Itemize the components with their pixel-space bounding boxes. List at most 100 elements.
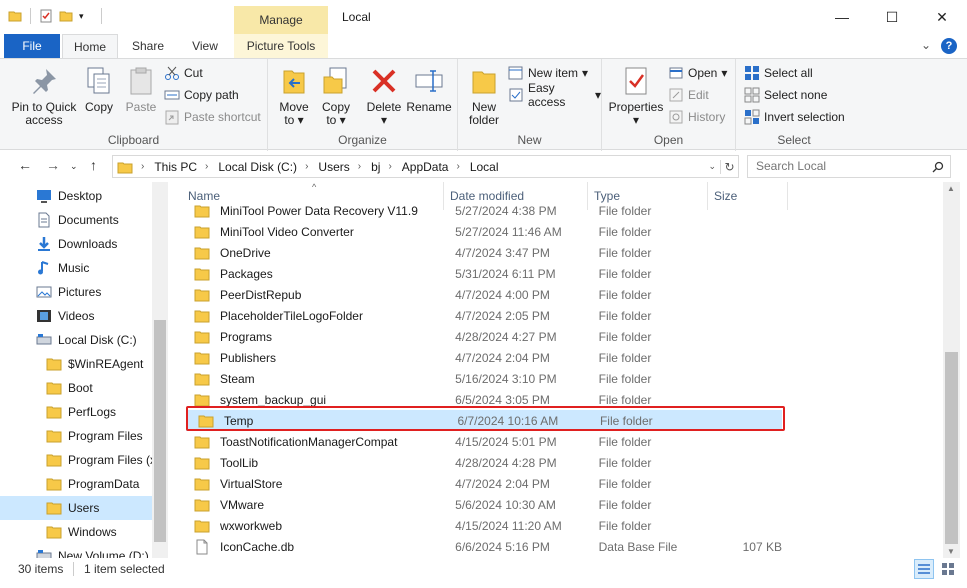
search-input[interactable]: Search Local — [747, 155, 951, 178]
forward-arrow-icon[interactable]: → — [46, 157, 60, 173]
sidebar-item-program-files-x8[interactable]: Program Files (x8 — [0, 448, 152, 472]
sidebar-item-downloads[interactable]: Downloads — [0, 232, 152, 256]
file-name: Temp — [224, 413, 254, 428]
address-bar[interactable]: › This PC › Local Disk (C:) › Users › bj… — [112, 155, 739, 178]
breadcrumb-local-disk[interactable]: Local Disk (C:) — [218, 160, 297, 174]
table-row[interactable]: Steam 5/16/2024 3:10 PM File folder — [182, 368, 782, 389]
recent-locations-chevron-icon[interactable]: ⌄ — [70, 161, 78, 172]
sidebar-item-users[interactable]: Users — [0, 496, 152, 520]
file-list-scrollbar[interactable]: ▲ ▼ — [943, 182, 960, 558]
table-row[interactable]: PlaceholderTileLogoFolder 4/7/2024 2:05 P… — [182, 305, 782, 326]
nav-scrollbar-thumb[interactable] — [154, 320, 166, 542]
copy-path-button[interactable]: Copy path — [164, 85, 239, 105]
tab-file[interactable]: File — [4, 34, 60, 58]
sidebar-item-programdata[interactable]: ProgramData — [0, 472, 152, 496]
chevron-right-icon[interactable]: › — [205, 161, 208, 172]
breadcrumb-users[interactable]: Users — [318, 160, 349, 174]
nav-scrollbar[interactable] — [152, 182, 168, 558]
cut-button[interactable]: Cut — [164, 63, 203, 83]
edit-button[interactable]: Edit — [668, 85, 709, 105]
maximize-button[interactable]: ☐ — [867, 0, 917, 34]
table-row[interactable]: VMware 5/6/2024 10:30 AM File folder — [182, 494, 782, 515]
chevron-right-icon[interactable]: › — [456, 161, 459, 172]
copy-to-button[interactable]: Copy to ▾ — [318, 65, 354, 127]
file-type: File folder — [598, 392, 652, 407]
table-row[interactable]: wxworkweb 4/15/2024 11:20 AM File folder — [182, 515, 782, 536]
sidebar-item-music[interactable]: Music — [0, 256, 152, 280]
details-view-button[interactable] — [914, 559, 934, 579]
table-row[interactable]: ToastNotificationManagerCompat 4/15/2024 … — [182, 431, 782, 452]
chevron-right-icon[interactable]: › — [388, 161, 391, 172]
table-row[interactable]: IconCache.db 6/6/2024 5:16 PM Data Base Fi… — [182, 536, 782, 557]
properties-button[interactable]: Properties ▾ — [608, 65, 664, 127]
chevron-right-icon[interactable]: › — [141, 161, 144, 172]
tab-share[interactable]: Share — [120, 34, 176, 58]
sidebar-item-documents[interactable]: Documents — [0, 208, 152, 232]
help-icon[interactable]: ? — [941, 38, 957, 54]
sidebar-item-new-volume-d[interactable]: New Volume (D:) — [0, 544, 152, 558]
sidebar-item-videos[interactable]: Videos — [0, 304, 152, 328]
minimize-button[interactable]: — — [817, 0, 867, 34]
table-row[interactable]: Packages 5/31/2024 6:11 PM File folder — [182, 263, 782, 284]
breadcrumb-this-pc[interactable]: This PC — [154, 160, 197, 174]
close-button[interactable]: ✕ — [917, 0, 967, 34]
sidebar-item-pictures[interactable]: Pictures — [0, 280, 152, 304]
sidebar-item-windows[interactable]: Windows — [0, 520, 152, 544]
copy-button[interactable]: Copy — [80, 65, 118, 114]
chevron-down-icon[interactable]: ▾ — [79, 9, 93, 23]
pin-to-quick-access-button[interactable]: Pin to Quick access — [8, 65, 80, 127]
up-arrow-icon[interactable]: ↑ — [90, 157, 97, 173]
tab-picture-tools[interactable]: Picture Tools — [234, 34, 328, 58]
table-row[interactable]: MiniTool Video Converter 5/27/2024 11:46 … — [182, 221, 782, 242]
table-row[interactable]: system_backup_gui 6/5/2024 3:05 PM File fo… — [182, 389, 782, 410]
large-icons-view-button[interactable] — [938, 559, 958, 579]
sidebar-item-local-disk-c[interactable]: Local Disk (C:) — [0, 328, 152, 352]
breadcrumb-local[interactable]: Local — [470, 160, 499, 174]
tab-manage[interactable]: Manage — [234, 6, 328, 34]
folder-icon — [194, 266, 210, 282]
sidebar-item-program-files[interactable]: Program Files — [0, 424, 152, 448]
paste-shortcut-button[interactable]: Paste shortcut — [164, 107, 261, 127]
table-row[interactable]: VirtualStore 4/7/2024 2:04 PM File folder — [182, 473, 782, 494]
open-button[interactable]: Open ▾ — [668, 63, 727, 83]
chevron-down-icon[interactable]: ⌄ — [921, 38, 931, 52]
properties-icon[interactable] — [39, 9, 53, 23]
move-to-button[interactable]: Move to ▾ — [276, 65, 312, 127]
tab-home[interactable]: Home — [62, 34, 118, 59]
sidebar-item-desktop[interactable]: Desktop — [0, 184, 152, 208]
new-folder-icon[interactable] — [59, 9, 73, 23]
table-row[interactable]: Temp 6/7/2024 10:16 AM File folder — [186, 410, 782, 431]
scroll-up-icon[interactable]: ▲ — [947, 184, 955, 193]
chevron-down-icon[interactable]: ⌄ — [708, 161, 716, 172]
paste-button[interactable]: Paste — [122, 65, 160, 114]
table-row[interactable]: PeerDistRepub 4/7/2024 4:00 PM File folder — [182, 284, 782, 305]
delete-button[interactable]: Delete ▾ — [364, 65, 404, 127]
sidebar-item-winreagent[interactable]: $WinREAgent — [0, 352, 152, 376]
tab-view[interactable]: View — [178, 34, 232, 58]
select-none-button[interactable]: Select none — [744, 85, 827, 105]
back-arrow-icon[interactable]: ← — [18, 157, 32, 173]
chevron-right-icon[interactable]: › — [358, 161, 361, 172]
refresh-icon[interactable]: ↻ — [720, 159, 738, 174]
table-row[interactable]: Publishers 4/7/2024 2:04 PM File folder — [182, 347, 782, 368]
breadcrumb-bj[interactable]: bj — [371, 160, 380, 174]
folder-icon[interactable] — [8, 9, 22, 23]
new-folder-icon — [472, 71, 496, 94]
file-list-scrollbar-thumb[interactable] — [945, 352, 958, 544]
sidebar-item-perflogs[interactable]: PerfLogs — [0, 400, 152, 424]
table-row[interactable]: ToolLib 4/28/2024 4:28 PM File folder — [182, 452, 782, 473]
select-all-button[interactable]: Select all — [744, 63, 813, 83]
chevron-right-icon[interactable]: › — [305, 161, 308, 172]
new-item-button[interactable]: New item ▾ — [508, 63, 588, 83]
new-folder-button[interactable]: New folder — [464, 65, 504, 127]
table-row[interactable]: Programs 4/28/2024 4:27 PM File folder — [182, 326, 782, 347]
sidebar-item-boot[interactable]: Boot — [0, 376, 152, 400]
table-row[interactable]: MiniTool Power Data Recovery V11.9 5/27/2… — [182, 200, 782, 221]
invert-selection-button[interactable]: Invert selection — [744, 107, 845, 127]
easy-access-button[interactable]: Easy access ▾ — [508, 81, 601, 109]
table-row[interactable]: OneDrive 4/7/2024 3:47 PM File folder — [182, 242, 782, 263]
breadcrumb-appdata[interactable]: AppData — [402, 160, 449, 174]
rename-button[interactable]: Rename — [406, 65, 452, 114]
history-button[interactable]: History — [668, 107, 725, 127]
scroll-down-icon[interactable]: ▼ — [947, 547, 955, 556]
